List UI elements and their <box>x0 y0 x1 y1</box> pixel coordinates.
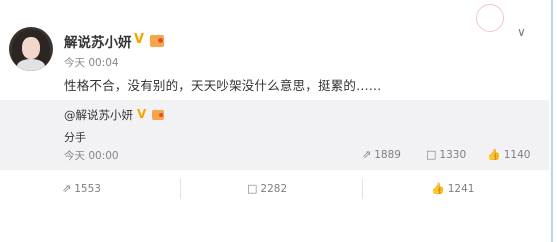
repost-share-stat[interactable]: ⇗ 1889 <box>362 148 401 161</box>
repost-like-stat[interactable]: 👍 1140 <box>487 148 530 161</box>
comment-button[interactable]: □ 2282 <box>247 182 287 195</box>
thumbs-up-icon: 👍 <box>487 148 501 161</box>
comment-icon: □ <box>426 148 437 161</box>
repost-share-count: 1889 <box>374 148 401 161</box>
verified-v-icon: V <box>137 107 147 121</box>
repost-comment-count: 1330 <box>439 148 467 161</box>
watermark-seal <box>476 4 504 32</box>
avatar[interactable] <box>9 27 53 71</box>
post-action-bar: ⇗ 1553 □ 2282 👍 1241 <box>0 170 549 208</box>
repost-username[interactable]: @解说苏小妍 <box>64 107 133 123</box>
like-count: 1241 <box>447 182 475 195</box>
chevron-down-icon[interactable]: ∨ <box>517 25 526 39</box>
share-icon: ⇗ <box>362 148 372 161</box>
weibo-post-card: 解说苏小妍 V ∨ 今天 00:04 性格不合，没有别的，天天吵架没什么意思，挺… <box>0 0 549 242</box>
repost-like-count: 1140 <box>503 148 531 161</box>
right-border <box>551 0 553 242</box>
comment-count: 2282 <box>260 182 288 195</box>
reposted-content[interactable]: @解说苏小妍 V 分手 今天 00:00 ⇗ 1889 □ 1330 👍 114… <box>0 100 549 170</box>
thumbs-up-icon: 👍 <box>431 182 445 195</box>
repost-text: 分手 <box>64 131 86 144</box>
share-count: 1553 <box>74 182 101 195</box>
divider <box>180 179 181 199</box>
verified-v-icon: V <box>134 32 145 47</box>
share-icon: ⇗ <box>62 182 72 195</box>
post-username[interactable]: 解说苏小妍 <box>64 31 132 51</box>
like-button[interactable]: 👍 1241 <box>431 182 474 195</box>
post-time[interactable]: 今天 00:04 <box>64 55 119 70</box>
repost-comment-stat[interactable]: □ 1330 <box>426 148 466 161</box>
divider <box>362 179 363 199</box>
post-content: 性格不合，没有别的，天天吵架没什么意思，挺累的…… <box>64 78 382 93</box>
vip-member-icon <box>152 110 164 120</box>
vip-member-icon <box>150 35 164 47</box>
repost-time[interactable]: 今天 00:00 <box>64 148 119 163</box>
comment-icon: □ <box>247 182 258 195</box>
share-button[interactable]: ⇗ 1553 <box>62 182 101 195</box>
